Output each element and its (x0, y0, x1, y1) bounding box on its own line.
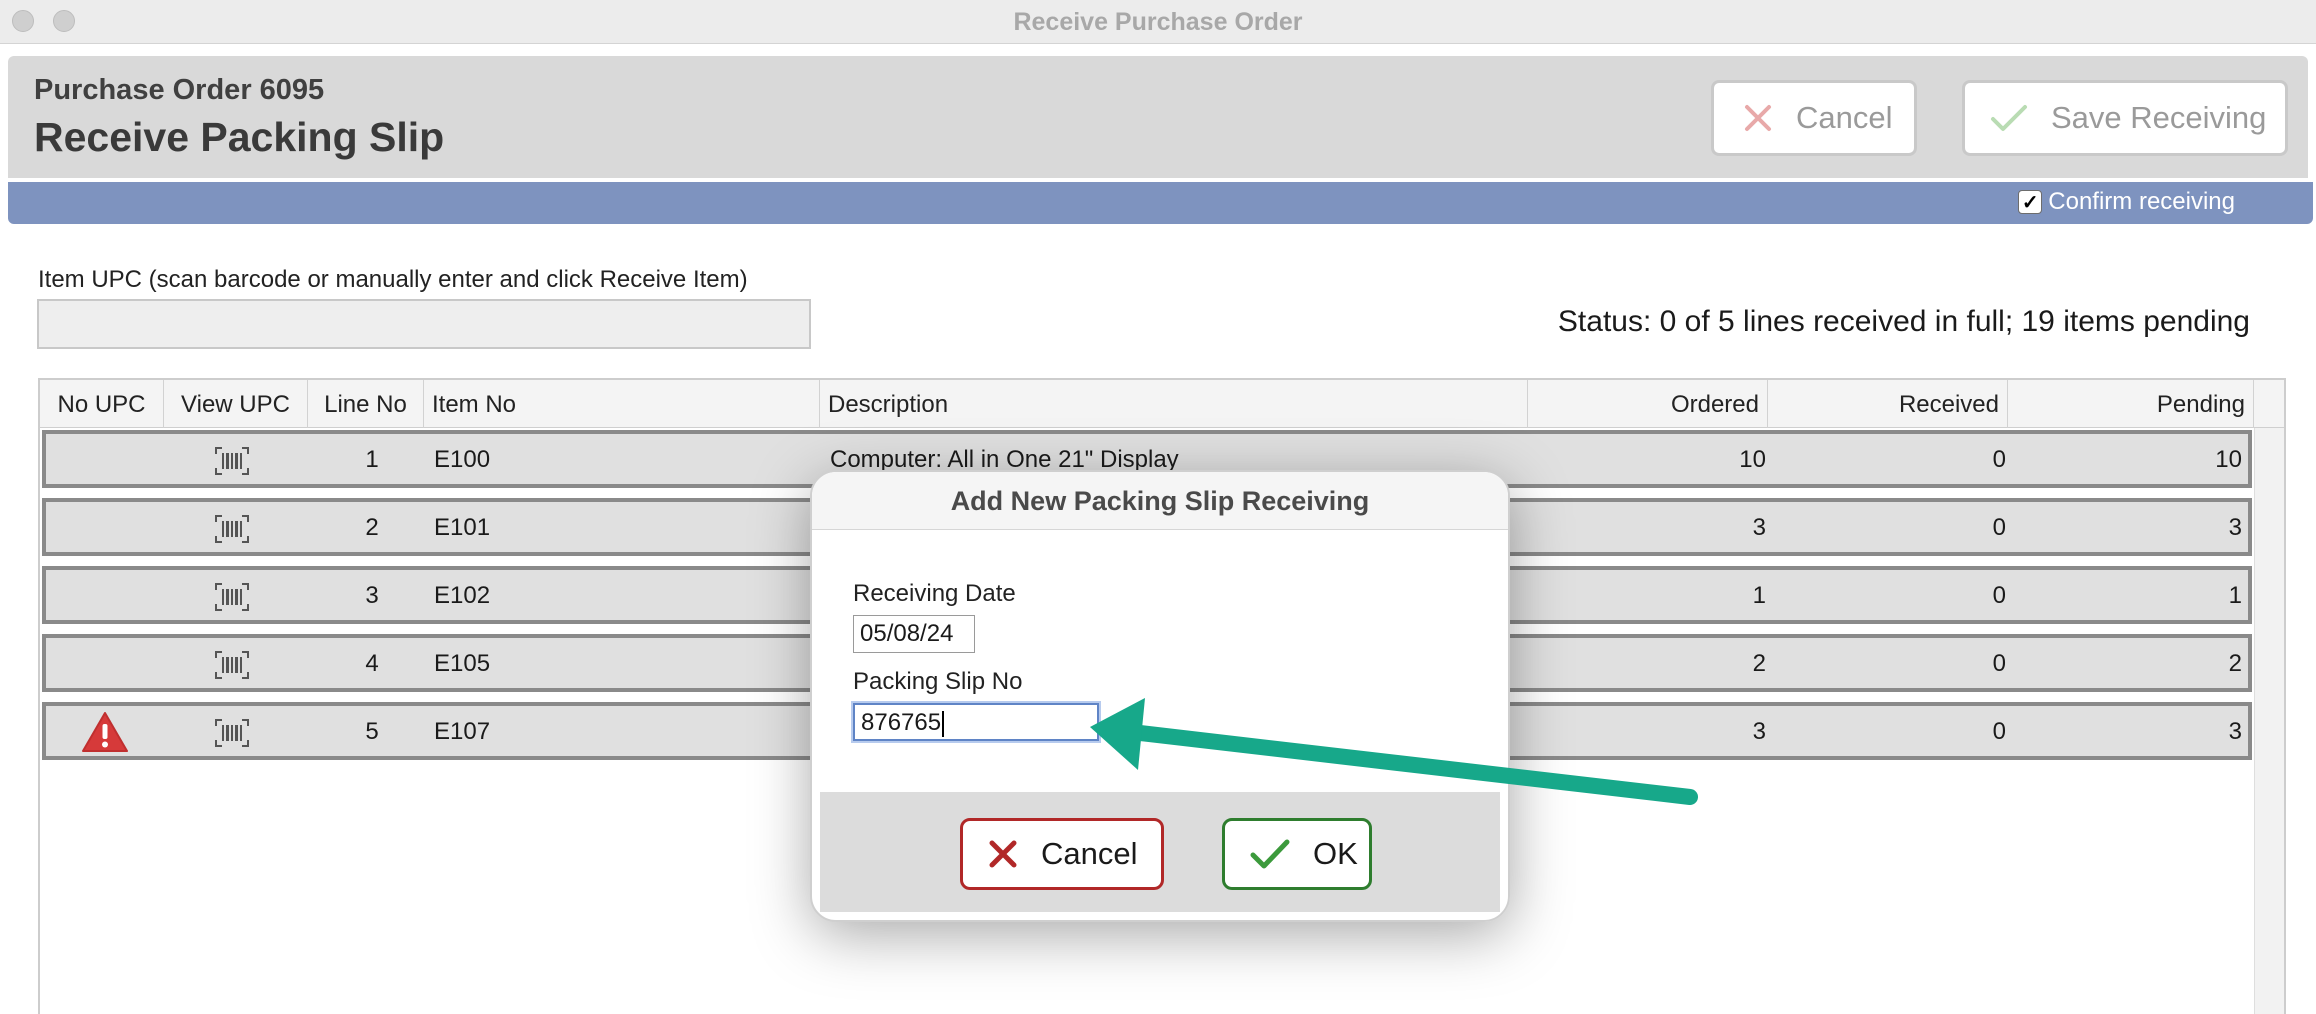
arrow-icon (1090, 698, 1698, 805)
